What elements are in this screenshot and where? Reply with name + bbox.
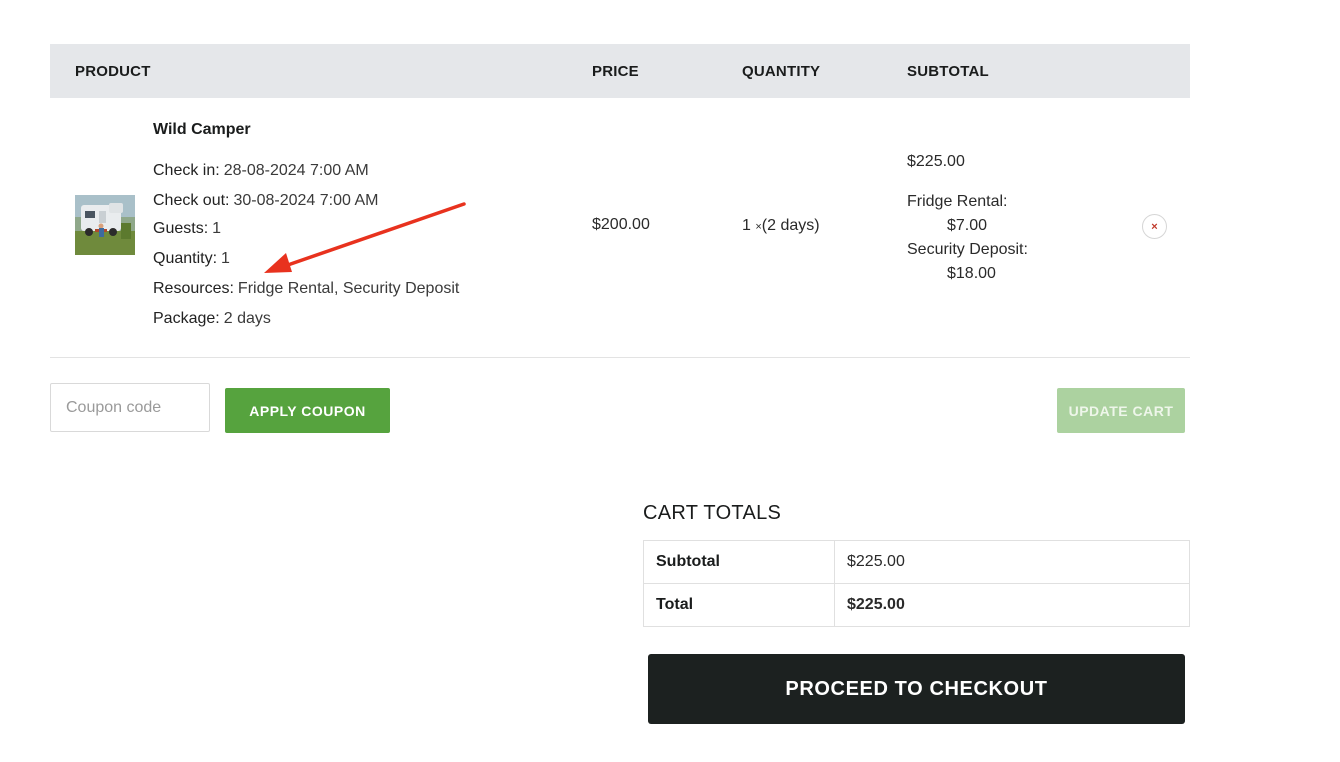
meta-resources: Resources: Fridge Rental, Security Deposi… (153, 280, 459, 298)
meta-key: Quantity: (153, 250, 218, 267)
meta-check-in: Check in: 28-08-2024 7:00 AM (153, 162, 369, 180)
cart-table: PRODUCT PRICE QUANTITY SUBTOTAL Wild Cam… (50, 44, 1190, 358)
product-name-link[interactable]: Wild Camper (153, 121, 251, 139)
apply-coupon-button[interactable]: APPLY COUPON (225, 388, 390, 433)
meta-package: Package: 2 days (153, 310, 271, 328)
cart-totals-title: CART TOTALS (643, 502, 782, 524)
totals-row-subtotal: Subtotal $225.00 (643, 540, 1190, 584)
header-subtotal: SUBTOTAL (907, 63, 989, 80)
proceed-to-checkout-button[interactable]: PROCEED TO CHECKOUT (648, 654, 1185, 724)
remove-item-button[interactable]: × (1142, 214, 1167, 239)
meta-value: Fridge Rental, Security Deposit (237, 280, 460, 297)
cart-item-row: Wild Camper Check in: 28-08-2024 7:00 AM … (50, 98, 1190, 358)
item-quantity: 1 ×(2 days) (742, 217, 820, 235)
quantity-days: (2 days) (761, 217, 820, 234)
header-quantity: QUANTITY (742, 63, 821, 80)
camper-image-icon (75, 195, 135, 255)
totals-value: $225.00 (834, 583, 1190, 627)
coupon-code-input[interactable] (50, 383, 210, 432)
item-subtotal: $225.00 (907, 153, 965, 170)
header-product: PRODUCT (75, 63, 151, 80)
item-price: $200.00 (592, 216, 650, 233)
meta-value: 28-08-2024 7:00 AM (223, 162, 369, 179)
meta-key: Check in: (153, 162, 220, 179)
meta-quantity: Quantity: 1 (153, 250, 230, 268)
totals-row-total: Total $225.00 (643, 583, 1190, 627)
totals-value: $225.00 (834, 540, 1190, 584)
meta-key: Check out: (153, 192, 230, 209)
close-icon: × (1151, 220, 1158, 233)
subtotal-deposit-label: Security Deposit: (907, 241, 1028, 258)
meta-key: Guests: (153, 220, 209, 237)
meta-value: 1 (212, 220, 222, 237)
meta-guests: Guests: 1 (153, 220, 221, 238)
cart-totals-table: Subtotal $225.00 Total $225.00 (643, 540, 1190, 627)
meta-key: Package: (153, 310, 220, 327)
meta-value: 2 days (223, 310, 271, 327)
totals-label: Total (643, 583, 835, 627)
subtotal-fridge-value: $7.00 (947, 217, 988, 234)
product-thumbnail[interactable] (75, 195, 135, 255)
meta-key: Resources: (153, 280, 234, 297)
cart-table-header: PRODUCT PRICE QUANTITY SUBTOTAL (50, 44, 1190, 98)
update-cart-button[interactable]: UPDATE CART (1057, 388, 1185, 433)
annotation-arrow-icon (264, 202, 466, 273)
quantity-number: 1 (742, 217, 756, 234)
subtotal-fridge-label: Fridge Rental: (907, 193, 1008, 210)
subtotal-deposit-value: $18.00 (947, 265, 996, 282)
header-price: PRICE (592, 63, 639, 80)
cart-page: PRODUCT PRICE QUANTITY SUBTOTAL Wild Cam… (0, 0, 1340, 762)
meta-value: 1 (221, 250, 230, 267)
totals-label: Subtotal (643, 540, 835, 584)
